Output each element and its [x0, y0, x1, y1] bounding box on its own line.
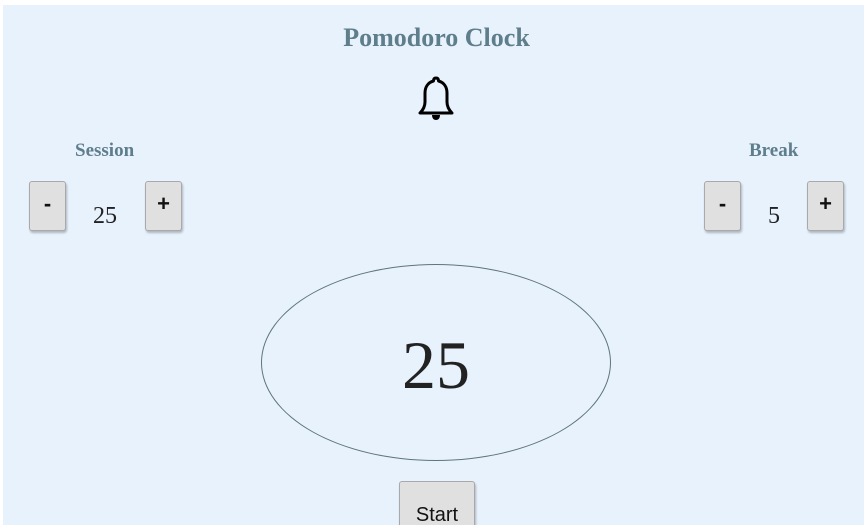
start-button[interactable]: Start	[399, 481, 475, 525]
page-title: Pomodoro Clock	[343, 23, 530, 52]
break-label: Break	[749, 140, 799, 161]
break-length-value: 5	[768, 203, 780, 229]
pomodoro-app: Pomodoro Clock Session - 25 + Break - 5 …	[3, 5, 864, 525]
session-length-value: 25	[93, 203, 117, 229]
bell-icon	[418, 76, 454, 120]
break-increment-button[interactable]: +	[807, 181, 844, 231]
timer-time: 25	[402, 326, 470, 403]
timer-display: 25	[261, 264, 611, 461]
break-decrement-button[interactable]: -	[704, 181, 741, 231]
session-decrement-button[interactable]: -	[29, 181, 66, 231]
session-label: Session	[75, 140, 135, 161]
session-increment-button[interactable]: +	[145, 181, 182, 231]
